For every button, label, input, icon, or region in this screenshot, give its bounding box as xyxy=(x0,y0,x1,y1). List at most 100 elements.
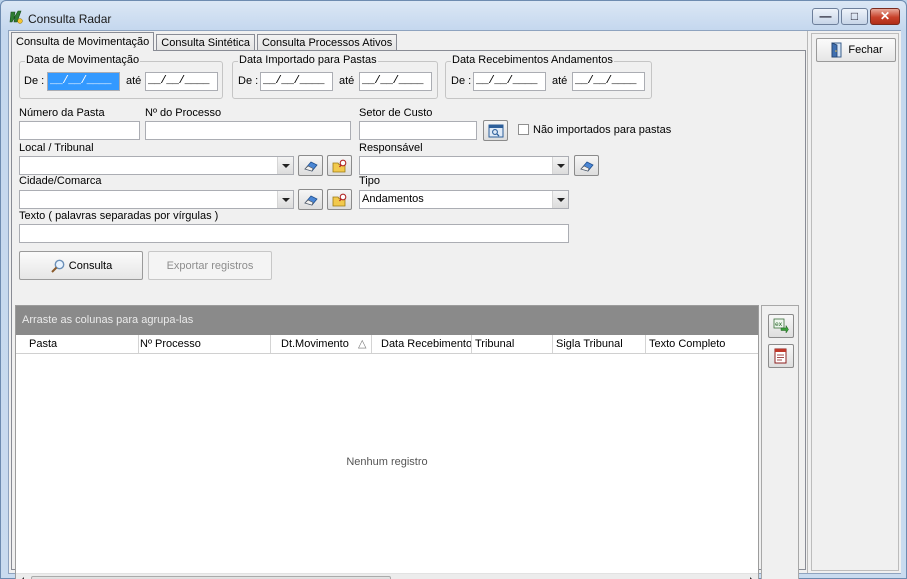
column-header-data-recebimento[interactable]: Data Recebimento xyxy=(372,335,472,353)
horizontal-scrollbar[interactable] xyxy=(16,573,758,579)
title-bar: Consulta Radar — □ ✕ xyxy=(1,1,906,30)
responsavel-select[interactable] xyxy=(359,156,569,175)
chevron-down-icon[interactable] xyxy=(552,191,568,208)
column-header-pasta[interactable]: Pasta xyxy=(26,335,139,353)
local-tribunal-search-button[interactable] xyxy=(327,155,352,176)
eraser-icon xyxy=(580,161,594,172)
data-movimentacao-de-field[interactable]: __/__/____ xyxy=(47,72,120,91)
folder-search-icon xyxy=(332,193,347,207)
group-legend: Data Recebimentos Andamentos xyxy=(451,54,614,66)
column-header-sigla-tribunal[interactable]: Sigla Tribunal xyxy=(553,335,646,353)
svg-text:ex: ex xyxy=(775,321,783,328)
de-label: De : xyxy=(451,75,472,87)
grid-header: Pasta Nº Processo Dt.Movimento △ Data Re… xyxy=(16,335,758,354)
export-excel-button[interactable]: ex xyxy=(768,314,794,338)
tipo-selected-value: Andamentos xyxy=(362,193,424,205)
exit-door-icon xyxy=(831,42,842,58)
tab-consulta-processos-ativos[interactable]: Consulta Processos Ativos xyxy=(256,34,398,51)
window: Consulta Radar — □ ✕ Consulta de Movimen… xyxy=(0,0,907,579)
tab-consulta-movimentacao[interactable]: Consulta de Movimentação xyxy=(11,32,155,51)
tipo-select[interactable]: Andamentos xyxy=(359,190,569,209)
right-panel: Fechar xyxy=(807,31,901,573)
column-header-dt-movimento[interactable]: Dt.Movimento △ xyxy=(271,335,372,353)
data-recebimentos-ate-field[interactable]: __/__/____ xyxy=(572,72,645,91)
cidade-comarca-select[interactable] xyxy=(19,190,294,209)
minimize-icon: — xyxy=(819,9,832,23)
responsavel-label: Responsável xyxy=(359,142,423,154)
numero-pasta-label: Número da Pasta xyxy=(19,107,105,119)
empty-state-text: Nenhum registro xyxy=(346,456,428,468)
ate-label: até xyxy=(552,75,568,87)
exportar-registros-button[interactable]: Exportar registros xyxy=(148,251,272,280)
column-label: Data Recebimento xyxy=(381,338,472,350)
minimize-button[interactable]: — xyxy=(812,8,839,25)
window-title: Consulta Radar xyxy=(28,12,112,26)
cidade-comarca-search-button[interactable] xyxy=(327,189,352,210)
window-lookup-icon xyxy=(488,124,504,138)
print-report-button[interactable] xyxy=(768,344,794,368)
close-button[interactable]: ✕ xyxy=(870,8,900,25)
numero-pasta-input[interactable] xyxy=(19,121,140,140)
column-label: Nº Processo xyxy=(140,338,201,350)
column-label: Dt.Movimento xyxy=(281,338,349,350)
data-recebimentos-de-field[interactable]: __/__/____ xyxy=(473,72,546,91)
cidade-comarca-label: Cidade/Comarca xyxy=(19,175,102,187)
maximize-button[interactable]: □ xyxy=(841,8,868,25)
data-importado-ate-field[interactable]: __/__/____ xyxy=(359,72,432,91)
right-panel-frame: Fechar xyxy=(811,33,899,571)
group-legend: Data Importado para Pastas xyxy=(238,54,378,66)
tab-panel-movimentacao: Data de Movimentação De : __/__/____ até… xyxy=(11,50,806,579)
eraser-icon xyxy=(304,195,318,206)
column-label: Texto Completo xyxy=(649,338,726,350)
group-data-movimentacao: Data de Movimentação De : __/__/____ até… xyxy=(19,54,223,99)
chevron-down-icon[interactable] xyxy=(277,157,293,174)
grid-side-toolbar: ex xyxy=(761,305,799,579)
maximize-icon: □ xyxy=(850,9,859,23)
consulta-label: Consulta xyxy=(68,259,113,272)
group-data-recebimentos: Data Recebimentos Andamentos De : __/__/… xyxy=(445,54,652,99)
results-grid: Arraste as colunas para agrupa-las Pasta… xyxy=(15,305,759,579)
column-header-tribunal[interactable]: Tribunal xyxy=(472,335,553,353)
setor-custo-label: Setor de Custo xyxy=(359,107,433,119)
window-controls: — □ ✕ xyxy=(810,8,900,25)
texto-input[interactable] xyxy=(19,224,569,243)
excel-export-icon: ex xyxy=(773,318,789,334)
cidade-comarca-clear-button[interactable] xyxy=(298,189,323,210)
setor-custo-lookup-button[interactable] xyxy=(483,120,508,141)
consulta-button[interactable]: Consulta xyxy=(19,251,143,280)
column-header-processo[interactable]: Nº Processo xyxy=(137,335,271,353)
setor-custo-input[interactable] xyxy=(359,121,477,140)
chevron-down-icon[interactable] xyxy=(277,191,293,208)
ate-label: até xyxy=(126,75,142,87)
group-by-panel[interactable]: Arraste as colunas para agrupa-las xyxy=(16,306,758,335)
column-label: Sigla Tribunal xyxy=(556,338,623,350)
fechar-button[interactable]: Fechar xyxy=(816,38,896,62)
client-area: Consulta de Movimentação Consulta Sintét… xyxy=(8,30,901,579)
folder-search-icon xyxy=(332,159,347,173)
de-label: De : xyxy=(238,75,259,87)
data-importado-de-field[interactable]: __/__/____ xyxy=(260,72,333,91)
texto-label: Texto ( palavras separadas por vírgulas … xyxy=(19,210,219,222)
tab-consulta-sintetica[interactable]: Consulta Sintética xyxy=(156,34,255,51)
nao-importados-checkbox[interactable] xyxy=(518,124,529,135)
column-header-texto-completo[interactable]: Texto Completo xyxy=(646,335,758,353)
close-icon: ✕ xyxy=(879,9,891,23)
ate-label: até xyxy=(339,75,355,87)
column-label: Tribunal xyxy=(475,338,515,350)
eraser-icon xyxy=(304,161,318,172)
local-tribunal-label: Local / Tribunal xyxy=(19,142,94,154)
chevron-down-icon[interactable] xyxy=(552,157,568,174)
app-logo-icon xyxy=(9,10,23,24)
local-tribunal-select[interactable] xyxy=(19,156,294,175)
local-tribunal-clear-button[interactable] xyxy=(298,155,323,176)
numero-processo-input[interactable] xyxy=(145,121,351,140)
responsavel-clear-button[interactable] xyxy=(574,155,599,176)
tab-strip: Consulta de Movimentação Consulta Sintét… xyxy=(11,32,399,51)
numero-processo-label: Nº do Processo xyxy=(145,107,222,119)
nao-importados-label: Não importados para pastas xyxy=(533,124,672,136)
de-label: De : xyxy=(24,75,45,87)
data-movimentacao-ate-field[interactable]: __/__/____ xyxy=(145,72,218,91)
fechar-label: Fechar xyxy=(848,44,883,56)
sort-ascending-icon: △ xyxy=(358,338,367,350)
group-legend: Data de Movimentação xyxy=(25,54,141,66)
